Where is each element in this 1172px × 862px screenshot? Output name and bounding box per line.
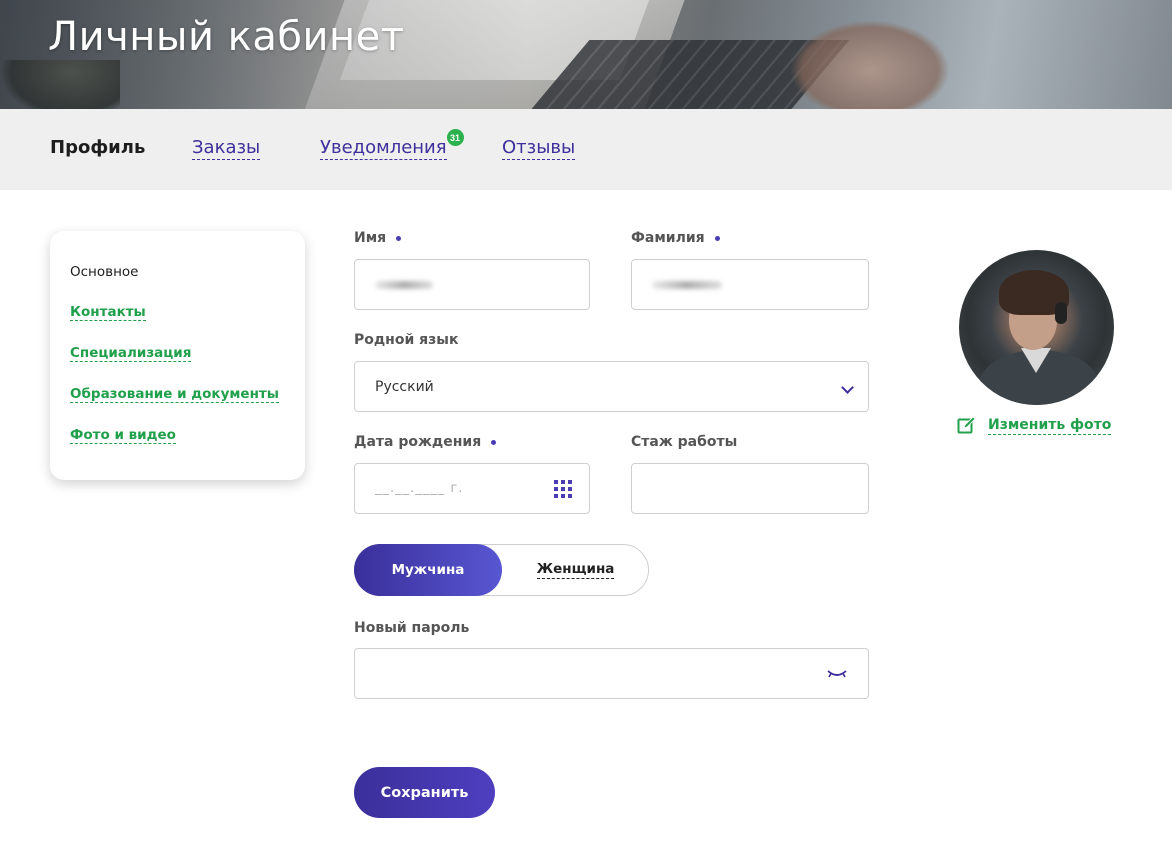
change-photo-link[interactable]: Изменить фото	[957, 416, 1112, 435]
gender-toggle: Мужчина Женщина	[354, 544, 649, 596]
birth-date-label: Дата рождения	[354, 434, 497, 450]
experience-field[interactable]	[631, 463, 869, 514]
gender-option-female-label: Женщина	[536, 561, 615, 579]
sidebar-item-media[interactable]: Фото и видео	[70, 427, 176, 444]
birth-date-label-text: Дата рождения	[354, 434, 482, 450]
tab-bar: Профиль Заказы Уведомления 31 Отзывы	[0, 109, 1172, 190]
native-language-select[interactable]: Русский	[354, 361, 869, 412]
profile-sections-card: Основное Контакты Специализация Образова…	[50, 231, 305, 480]
eye-closed-icon[interactable]	[826, 666, 848, 682]
tab-profile[interactable]: Профиль	[50, 137, 145, 158]
avatar	[959, 250, 1114, 405]
page-title: Личный кабинет	[48, 14, 405, 60]
native-language-value: Русский	[375, 378, 434, 395]
gender-option-male[interactable]: Мужчина	[354, 544, 502, 596]
first-name-field[interactable]	[354, 259, 590, 310]
sidebar-item-education[interactable]: Образование и документы	[70, 386, 279, 403]
required-dot-icon	[714, 235, 720, 241]
birth-date-placeholder: __.__.____ г.	[375, 481, 464, 496]
calendar-icon[interactable]	[554, 480, 573, 499]
new-password-field[interactable]	[354, 648, 869, 699]
last-name-field[interactable]	[631, 259, 869, 310]
notifications-count-badge: 31	[446, 129, 464, 146]
avatar-headset-shape	[1055, 302, 1067, 324]
change-photo-label: Изменить фото	[988, 417, 1112, 435]
sidebar-item-specialization[interactable]: Специализация	[70, 345, 192, 362]
tab-reviews[interactable]: Отзывы	[502, 137, 576, 160]
first-name-label-text: Имя	[354, 230, 387, 246]
tab-orders[interactable]: Заказы	[192, 137, 261, 160]
required-dot-icon	[396, 235, 402, 241]
experience-label: Стаж работы	[631, 434, 738, 450]
first-name-label: Имя	[354, 230, 402, 246]
required-dot-icon	[491, 439, 497, 445]
header-banner: Личный кабинет	[0, 0, 1172, 109]
tab-notifications[interactable]: Уведомления 31	[320, 129, 464, 160]
save-button[interactable]: Сохранить	[354, 767, 495, 818]
tab-notifications-label: Уведомления	[320, 137, 447, 158]
sidebar-item-basic[interactable]: Основное	[70, 264, 138, 280]
edit-icon	[957, 416, 976, 434]
sidebar-item-contacts[interactable]: Контакты	[70, 304, 146, 321]
new-password-label: Новый пароль	[354, 620, 470, 636]
chevron-down-icon	[841, 381, 854, 394]
last-name-label: Фамилия	[631, 230, 720, 246]
birth-date-field[interactable]: __.__.____ г.	[354, 463, 590, 514]
last-name-value-blurred	[652, 280, 722, 289]
native-language-label: Родной язык	[354, 332, 459, 348]
first-name-value-blurred	[375, 280, 433, 289]
gender-option-female[interactable]: Женщина	[502, 545, 649, 595]
last-name-label-text: Фамилия	[631, 230, 705, 246]
